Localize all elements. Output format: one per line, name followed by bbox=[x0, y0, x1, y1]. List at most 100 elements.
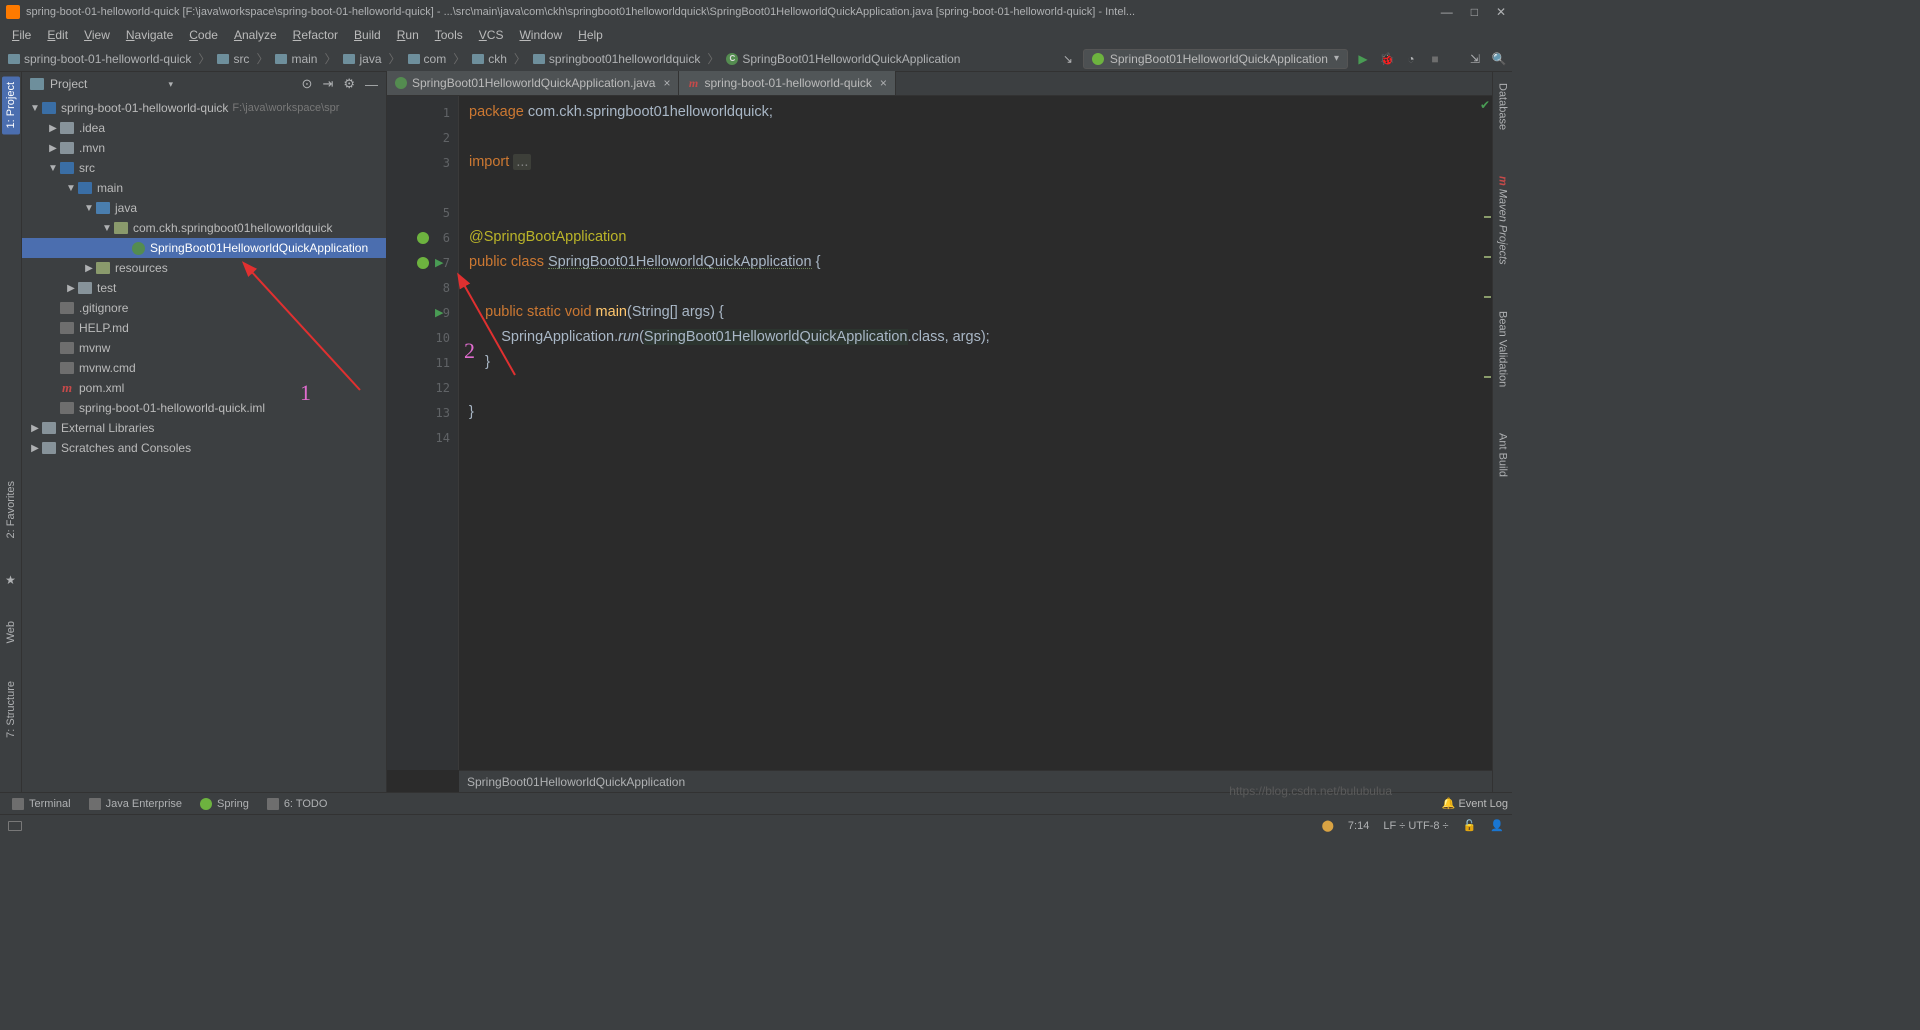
breadcrumb-item[interactable]: com bbox=[404, 50, 451, 68]
gutter-line[interactable]: 11 bbox=[387, 350, 458, 375]
tree-node[interactable]: ▼java bbox=[22, 198, 386, 218]
run-button[interactable]: ▶ bbox=[1354, 50, 1372, 68]
favorites-tool-button[interactable]: 2: Favorites bbox=[5, 477, 17, 542]
gutter-line[interactable]: 10 bbox=[387, 325, 458, 350]
menu-file[interactable]: File bbox=[6, 26, 37, 44]
ant-build-tool-button[interactable]: Ant Build bbox=[1497, 430, 1509, 480]
maximize-button[interactable]: □ bbox=[1471, 5, 1478, 19]
panel-title[interactable]: Project bbox=[50, 77, 163, 91]
breadcrumb-item[interactable]: main bbox=[271, 50, 321, 68]
bottom-tab-terminal[interactable]: Terminal bbox=[4, 796, 79, 812]
warning-icon[interactable]: ⬤ bbox=[1322, 819, 1334, 832]
gutter-line[interactable]: 6 bbox=[387, 225, 458, 250]
close-button[interactable]: ✕ bbox=[1496, 5, 1506, 19]
tree-node[interactable]: ▶resources bbox=[22, 258, 386, 278]
editor-gutter[interactable]: 123567▶89▶1011121314 bbox=[387, 96, 459, 770]
menu-build[interactable]: Build bbox=[348, 26, 387, 44]
breadcrumb-item[interactable]: spring-boot-01-helloworld-quick bbox=[4, 50, 195, 68]
tree-node[interactable]: HELP.md bbox=[22, 318, 386, 338]
menu-navigate[interactable]: Navigate bbox=[120, 26, 179, 44]
project-tool-button[interactable]: 1: Project bbox=[2, 76, 20, 134]
scroll-from-source-icon[interactable]: ⊙ bbox=[302, 76, 313, 92]
tree-node[interactable]: ▶External Libraries bbox=[22, 418, 386, 438]
code-editor[interactable]: package com.ckh.springboot01helloworldqu… bbox=[459, 96, 1492, 770]
tool-windows-button[interactable] bbox=[8, 821, 22, 831]
spring-gutter-icon[interactable] bbox=[417, 257, 429, 269]
run-gutter-icon[interactable]: ▶ bbox=[435, 306, 443, 319]
gear-icon[interactable]: ⚙ bbox=[343, 76, 355, 92]
maven-tool-button[interactable]: m Maven Projects bbox=[1497, 173, 1509, 268]
tree-node[interactable]: mpom.xml bbox=[22, 378, 386, 398]
expand-arrow-icon[interactable]: ▼ bbox=[46, 163, 60, 174]
menu-vcs[interactable]: VCS bbox=[473, 26, 510, 44]
run-gutter-icon[interactable]: ▶ bbox=[435, 256, 443, 269]
gutter-line[interactable]: 12 bbox=[387, 375, 458, 400]
bottom-tab-spring[interactable]: Spring bbox=[192, 796, 257, 812]
menu-window[interactable]: Window bbox=[513, 26, 568, 44]
spring-gutter-icon[interactable] bbox=[417, 232, 429, 244]
minimize-button[interactable]: — bbox=[1441, 5, 1453, 19]
database-tool-button[interactable]: Database bbox=[1497, 80, 1509, 133]
tree-node[interactable]: ▼com.ckh.springboot01helloworldquick bbox=[22, 218, 386, 238]
menu-help[interactable]: Help bbox=[572, 26, 609, 44]
run-configuration-selector[interactable]: SpringBoot01HelloworldQuickApplication ▾ bbox=[1083, 49, 1348, 69]
tree-node[interactable]: ▼main bbox=[22, 178, 386, 198]
close-tab-icon[interactable]: × bbox=[663, 76, 670, 90]
breadcrumb-item[interactable]: ckh bbox=[468, 50, 511, 68]
breadcrumb-item[interactable]: src bbox=[213, 50, 253, 68]
project-tree[interactable]: ▼spring-boot-01-helloworld-quickF:\java\… bbox=[22, 96, 386, 792]
tree-node[interactable]: ▼spring-boot-01-helloworld-quickF:\java\… bbox=[22, 98, 386, 118]
close-tab-icon[interactable]: × bbox=[880, 76, 887, 90]
expand-arrow-icon[interactable]: ▼ bbox=[100, 223, 114, 234]
breadcrumb-item[interactable]: java bbox=[339, 50, 385, 68]
expand-arrow-icon[interactable]: ▶ bbox=[82, 263, 96, 274]
gutter-line[interactable]: 1 bbox=[387, 100, 458, 125]
tree-node[interactable]: .gitignore bbox=[22, 298, 386, 318]
expand-arrow-icon[interactable]: ▶ bbox=[64, 283, 78, 294]
menu-code[interactable]: Code bbox=[183, 26, 224, 44]
tree-node[interactable]: mvnw bbox=[22, 338, 386, 358]
tree-node[interactable]: ▶test bbox=[22, 278, 386, 298]
expand-arrow-icon[interactable]: ▶ bbox=[28, 443, 42, 454]
editor-tab[interactable]: SpringBoot01HelloworldQuickApplication.j… bbox=[387, 71, 679, 95]
build-icon[interactable]: ↘ bbox=[1059, 50, 1077, 68]
tree-node[interactable]: spring-boot-01-helloworld-quick.iml bbox=[22, 398, 386, 418]
expand-arrow-icon[interactable]: ▶ bbox=[46, 143, 60, 154]
bottom-tab-javaenterprise[interactable]: Java Enterprise bbox=[81, 796, 190, 812]
bean-validation-tool-button[interactable]: Bean Validation bbox=[1497, 308, 1509, 390]
debug-button[interactable]: 🐞 bbox=[1378, 50, 1396, 68]
menu-view[interactable]: View bbox=[78, 26, 116, 44]
expand-arrow-icon[interactable]: ▼ bbox=[28, 103, 42, 114]
stop-button[interactable]: ■ bbox=[1426, 50, 1444, 68]
menu-run[interactable]: Run bbox=[391, 26, 425, 44]
expand-arrow-icon[interactable]: ▶ bbox=[28, 423, 42, 434]
cursor-position[interactable]: 7:14 bbox=[1348, 820, 1369, 832]
breadcrumb-item[interactable]: CSpringBoot01HelloworldQuickApplication bbox=[722, 50, 964, 68]
gutter-line[interactable]: 13 bbox=[387, 400, 458, 425]
chevron-down-icon[interactable]: ▾ bbox=[169, 79, 174, 90]
gutter-line[interactable]: 14 bbox=[387, 425, 458, 450]
event-log-button[interactable]: 🔔 Event Log bbox=[1442, 797, 1508, 810]
gutter-line[interactable]: 3 bbox=[387, 150, 458, 175]
expand-arrow-icon[interactable]: ▼ bbox=[64, 183, 78, 194]
search-icon[interactable]: 🔍 bbox=[1490, 50, 1508, 68]
tree-node[interactable]: ▶.mvn bbox=[22, 138, 386, 158]
tree-node[interactable]: ▶Scratches and Consoles bbox=[22, 438, 386, 458]
hide-icon[interactable]: — bbox=[365, 77, 378, 92]
collapse-all-icon[interactable]: ⇥ bbox=[322, 76, 333, 92]
menu-edit[interactable]: Edit bbox=[41, 26, 74, 44]
expand-arrow-icon[interactable]: ▼ bbox=[82, 203, 96, 214]
menu-analyze[interactable]: Analyze bbox=[228, 26, 283, 44]
expand-arrow-icon[interactable]: ▶ bbox=[46, 123, 60, 134]
gutter-line[interactable] bbox=[387, 175, 458, 200]
folded-imports[interactable]: ... bbox=[513, 154, 531, 170]
gutter-line[interactable]: 5 bbox=[387, 200, 458, 225]
structure-tool-button[interactable]: 7: Structure bbox=[5, 677, 17, 742]
marker-strip[interactable]: ✔ bbox=[1482, 96, 1492, 770]
breadcrumb-item[interactable]: springboot01helloworldquick bbox=[529, 50, 704, 68]
tree-node[interactable]: SpringBoot01HelloworldQuickApplication bbox=[22, 238, 386, 258]
update-button[interactable]: ⇲ bbox=[1466, 50, 1484, 68]
lock-icon[interactable]: 🔓 bbox=[1463, 819, 1477, 832]
web-tool-button[interactable]: Web bbox=[5, 617, 17, 647]
gutter-line[interactable]: 2 bbox=[387, 125, 458, 150]
